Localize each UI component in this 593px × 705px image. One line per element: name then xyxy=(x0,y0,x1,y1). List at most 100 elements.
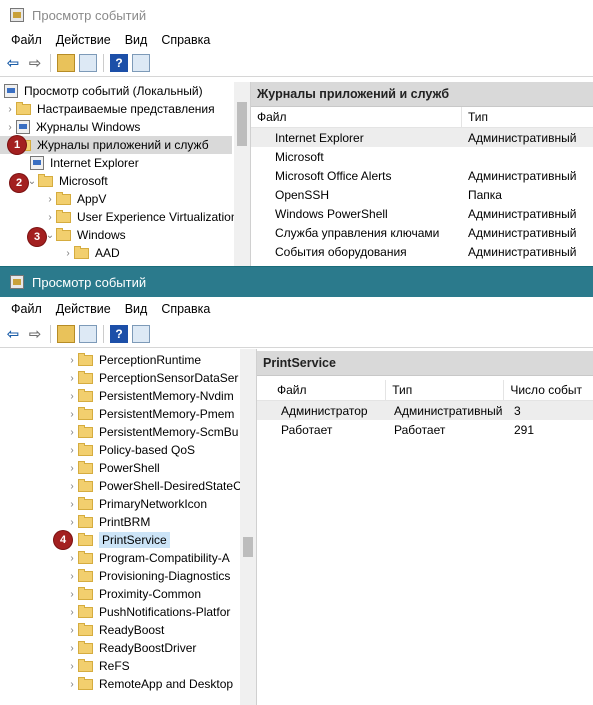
tree-item[interactable]: › ReadyBoost xyxy=(0,621,256,639)
folder-icon xyxy=(78,496,93,510)
chevron-right-icon[interactable]: › xyxy=(4,122,16,133)
chevron-right-icon[interactable]: › xyxy=(66,571,78,582)
tree-item[interactable]: › PersistentMemory-ScmBu xyxy=(0,423,256,441)
chevron-right-icon[interactable]: › xyxy=(66,391,78,402)
chevron-right-icon[interactable]: › xyxy=(66,463,78,474)
tree-item[interactable]: › PerceptionRuntime xyxy=(0,351,256,369)
help-icon[interactable]: ? xyxy=(110,54,128,72)
tree-item[interactable]: › Policy-based QoS xyxy=(0,441,256,459)
menu-action[interactable]: Действие xyxy=(49,302,118,316)
chevron-right-icon[interactable]: › xyxy=(66,409,78,420)
table-row[interactable]: Microsoft Office Alerts Административный xyxy=(251,166,593,185)
column-file[interactable]: Файл xyxy=(257,380,387,400)
chevron-right-icon[interactable]: › xyxy=(44,194,56,205)
folder-icon xyxy=(78,658,93,672)
show-hide-action-pane-icon[interactable] xyxy=(132,325,150,343)
forward-arrow-icon[interactable]: ⇨ xyxy=(26,54,44,72)
tree-item[interactable]: › ReFS xyxy=(0,657,256,675)
tree-item-custom-views[interactable]: › Настраиваемые представления xyxy=(0,100,250,118)
menu-file[interactable]: Файл xyxy=(4,33,49,47)
log-icon xyxy=(30,156,44,170)
chevron-right-icon[interactable]: › xyxy=(62,248,74,259)
tree-item[interactable]: › Proximity-Common xyxy=(0,585,256,603)
tree-item-internet-explorer[interactable]: Internet Explorer xyxy=(0,154,250,172)
title-bar: Просмотр событий xyxy=(0,0,593,30)
tree-item-app-service-logs[interactable]: ⌄ Журналы приложений и служб xyxy=(0,136,232,154)
show-hide-tree-icon[interactable] xyxy=(79,54,97,72)
tree-item-windows-logs[interactable]: › Журналы Windows xyxy=(0,118,250,136)
table-row[interactable]: Работает Работает 291 xyxy=(257,420,593,439)
menu-help[interactable]: Справка xyxy=(154,302,217,316)
chevron-right-icon[interactable]: › xyxy=(66,373,78,384)
chevron-right-icon[interactable]: › xyxy=(66,625,78,636)
tree-item[interactable]: › RemoteApp and Desktop xyxy=(0,675,256,693)
tree-item[interactable]: › PrimaryNetworkIcon xyxy=(0,495,256,513)
tree-item[interactable]: › PersistentMemory-Pmem xyxy=(0,405,256,423)
chevron-right-icon[interactable]: › xyxy=(66,607,78,618)
event-viewer-icon xyxy=(4,84,18,98)
help-icon[interactable]: ? xyxy=(110,325,128,343)
chevron-right-icon[interactable]: › xyxy=(66,553,78,564)
menu-file[interactable]: Файл xyxy=(4,302,49,316)
chevron-right-icon[interactable]: › xyxy=(4,104,16,115)
tree-item[interactable]: › ReadyBoostDriver xyxy=(0,639,256,657)
tree-scrollbar[interactable] xyxy=(234,82,250,266)
chevron-right-icon[interactable]: › xyxy=(66,643,78,654)
menu-view[interactable]: Вид xyxy=(118,33,155,47)
chevron-right-icon[interactable]: › xyxy=(66,517,78,528)
folder-icon xyxy=(56,191,71,205)
folder-icon xyxy=(56,209,71,223)
chevron-right-icon[interactable]: › xyxy=(66,481,78,492)
table-row[interactable]: Microsoft xyxy=(251,147,593,166)
menu-help[interactable]: Справка xyxy=(154,33,217,47)
table-row[interactable]: События оборудования Административный xyxy=(251,242,593,261)
back-arrow-icon[interactable]: ⇦ xyxy=(4,325,22,343)
table-row[interactable]: Администратор Административный 3 xyxy=(257,401,593,420)
folder-up-icon[interactable] xyxy=(57,325,75,343)
menu-action[interactable]: Действие xyxy=(49,33,118,47)
scroll-thumb[interactable] xyxy=(237,102,247,146)
tree-item[interactable]: › PowerShell-DesiredStateC xyxy=(0,477,256,495)
column-type[interactable]: Тип xyxy=(462,107,593,127)
column-file[interactable]: Файл xyxy=(251,107,462,127)
chevron-right-icon[interactable]: › xyxy=(66,355,78,366)
chevron-right-icon[interactable]: › xyxy=(66,499,78,510)
folder-icon xyxy=(78,640,93,654)
tree-scrollbar[interactable] xyxy=(240,349,256,705)
folder-up-icon[interactable] xyxy=(57,54,75,72)
column-type[interactable]: Тип xyxy=(386,380,505,400)
folder-icon xyxy=(78,478,93,492)
chevron-right-icon[interactable]: › xyxy=(66,661,78,672)
tree-item-uev[interactable]: › User Experience Virtualization xyxy=(0,208,250,226)
show-hide-tree-icon[interactable] xyxy=(79,325,97,343)
table-row[interactable]: Internet Explorer Административный xyxy=(251,128,593,147)
tree-root[interactable]: Просмотр событий (Локальный) xyxy=(0,82,250,100)
show-hide-action-pane-icon[interactable] xyxy=(132,54,150,72)
tree-item[interactable]: › PerceptionSensorDataSer xyxy=(0,369,256,387)
chevron-right-icon[interactable]: › xyxy=(66,427,78,438)
chevron-right-icon[interactable]: › xyxy=(66,589,78,600)
tree-item-microsoft[interactable]: ⌄ Microsoft xyxy=(0,172,250,190)
scroll-thumb[interactable] xyxy=(243,537,253,557)
table-row[interactable]: OpenSSH Папка xyxy=(251,185,593,204)
chevron-right-icon[interactable]: › xyxy=(66,679,78,690)
tree-item[interactable]: › PersistentMemory-Nvdim xyxy=(0,387,256,405)
tree-item-aad[interactable]: › AAD xyxy=(0,244,250,262)
content-header: Журналы приложений и служб xyxy=(251,82,593,107)
table-row[interactable]: Windows PowerShell Административный xyxy=(251,204,593,223)
menu-view[interactable]: Вид xyxy=(118,302,155,316)
tree-item[interactable]: › PrintBRM xyxy=(0,513,256,531)
table-row[interactable]: Служба управления ключами Административн… xyxy=(251,223,593,242)
tree-item[interactable]: › PushNotifications-Platfor xyxy=(0,603,256,621)
forward-arrow-icon[interactable]: ⇨ xyxy=(26,325,44,343)
column-event-count[interactable]: Число событ xyxy=(504,380,593,400)
tree-item[interactable]: › PowerShell xyxy=(0,459,256,477)
tree-item[interactable]: › Program-Compatibility-A xyxy=(0,549,256,567)
tree-item[interactable]: › Provisioning-Diagnostics xyxy=(0,567,256,585)
chevron-right-icon[interactable]: › xyxy=(44,212,56,223)
tree-item-printservice[interactable]: PrintService xyxy=(0,531,256,549)
menu-bar: Файл Действие Вид Справка xyxy=(0,297,593,321)
back-arrow-icon[interactable]: ⇦ xyxy=(4,54,22,72)
chevron-right-icon[interactable]: › xyxy=(66,445,78,456)
tree-item-appv[interactable]: › AppV xyxy=(0,190,250,208)
